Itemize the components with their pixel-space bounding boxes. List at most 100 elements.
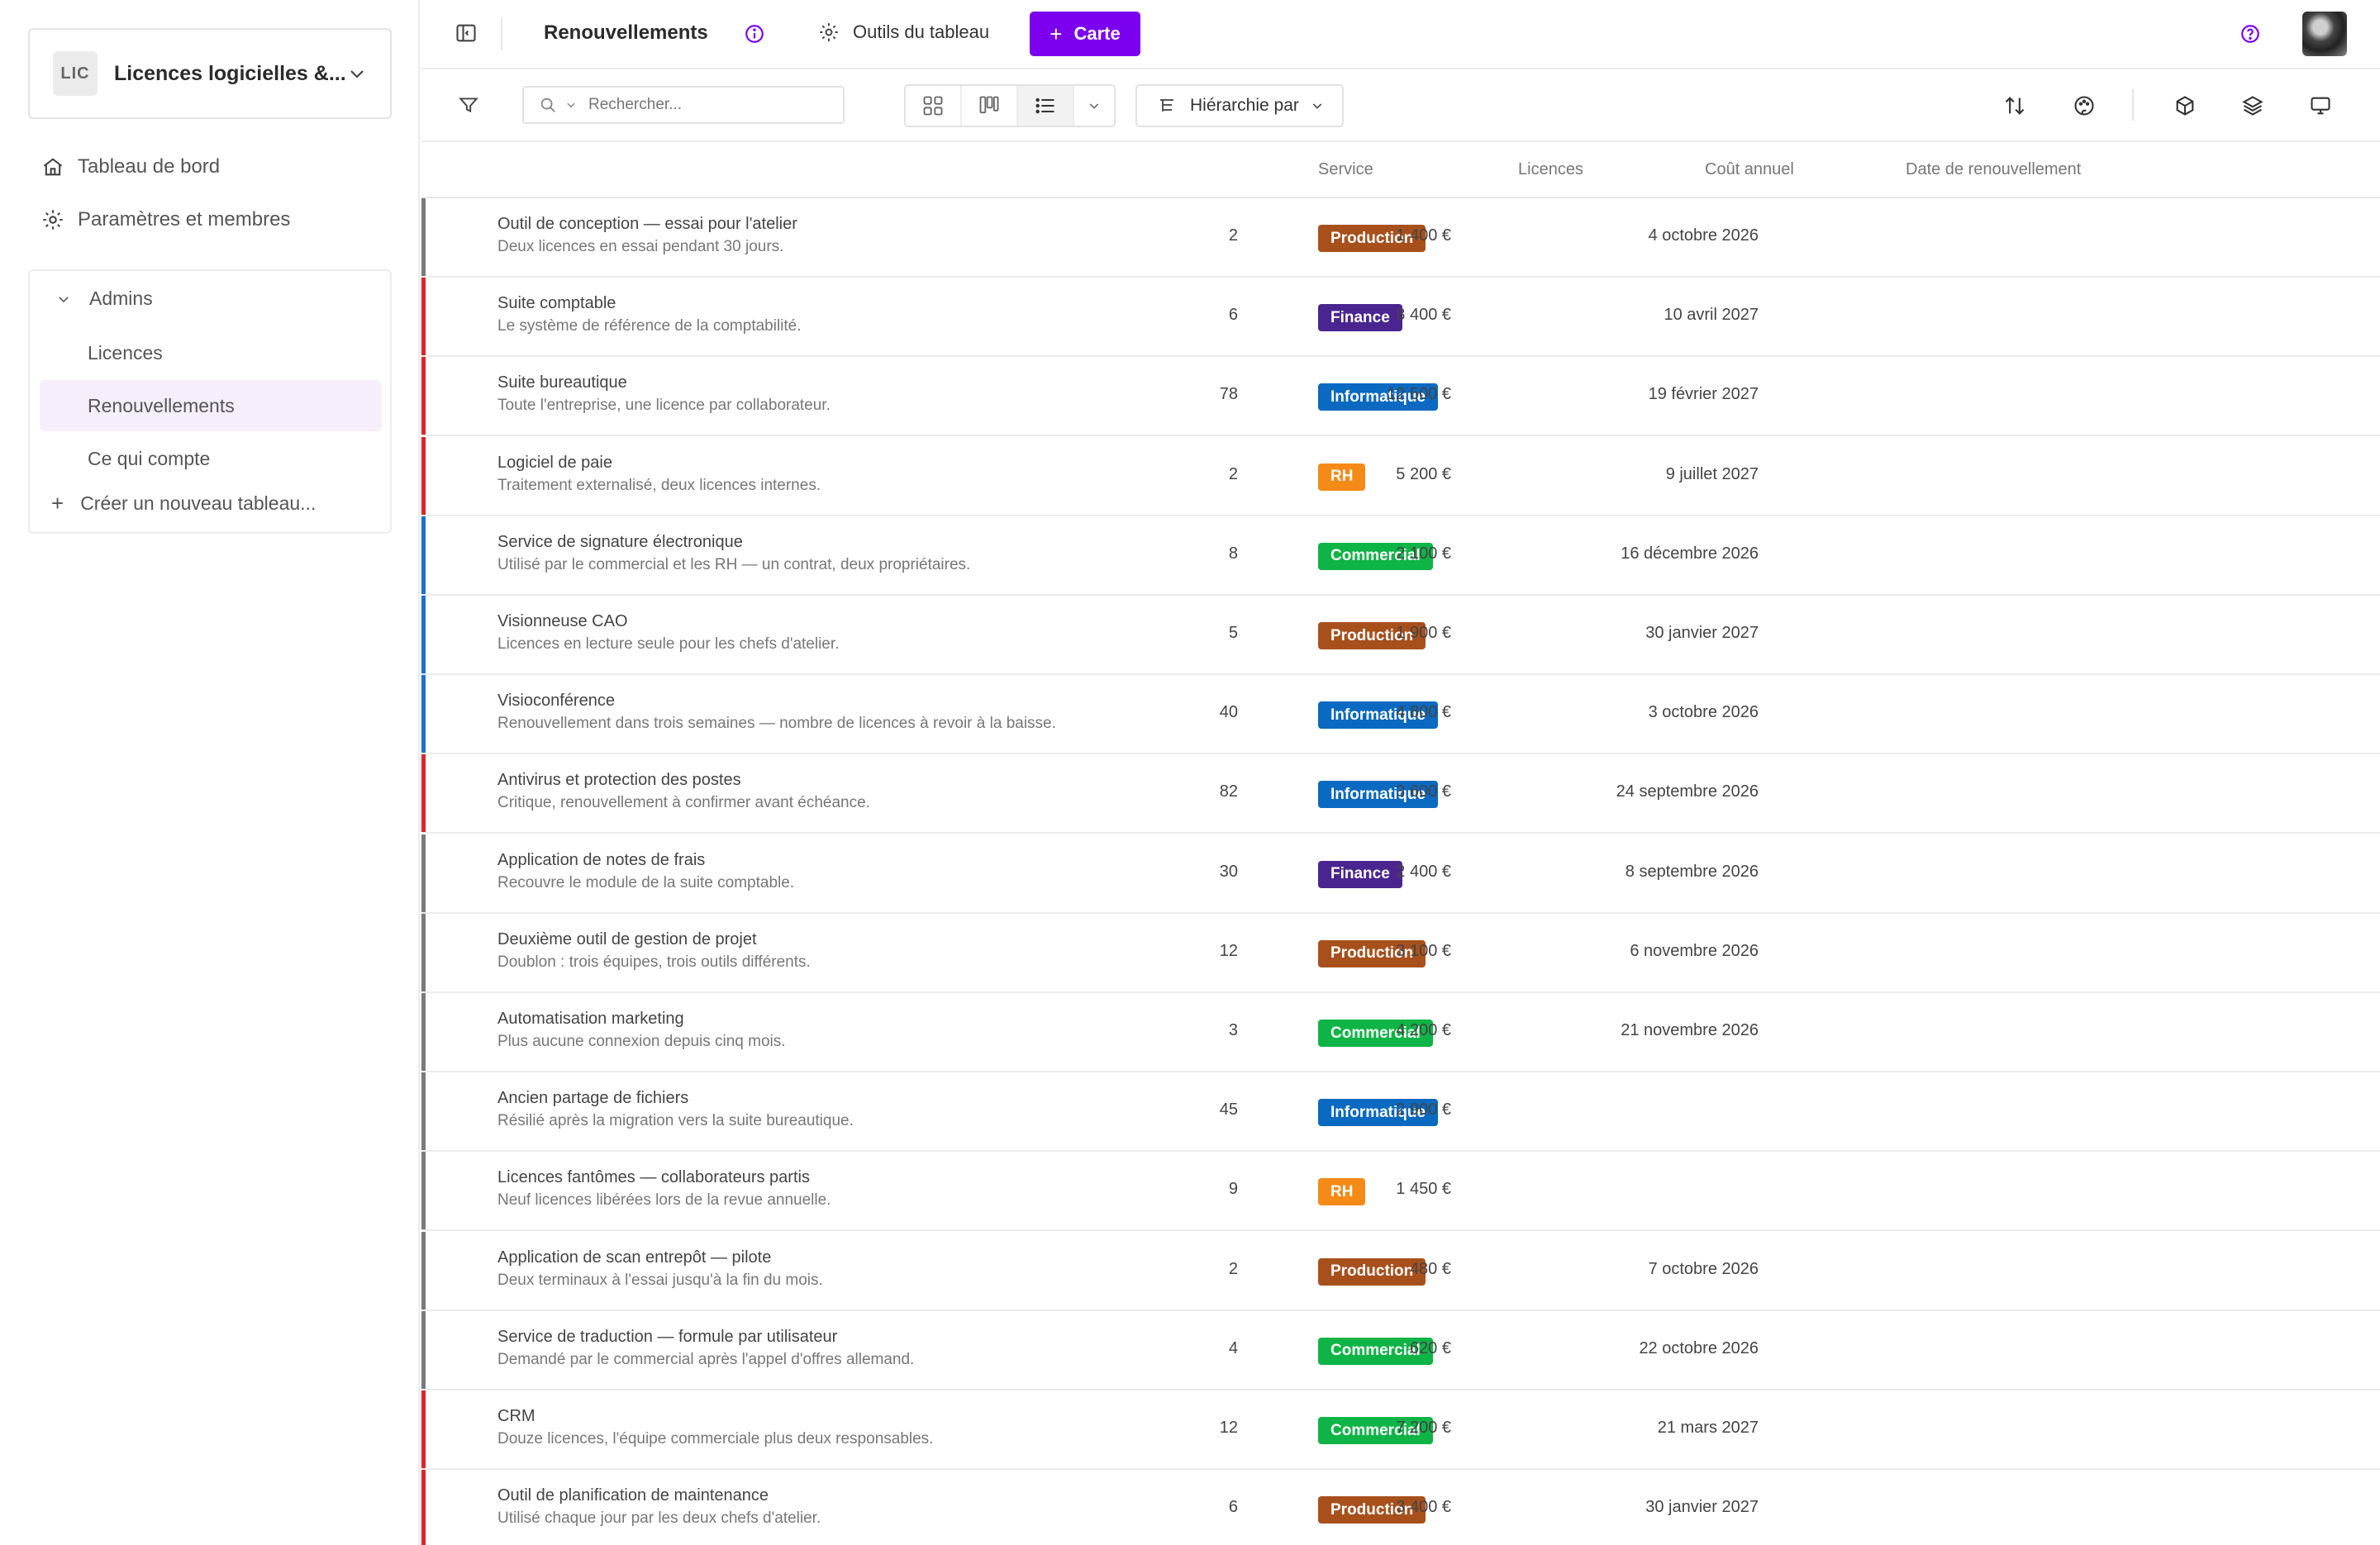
row-status-bar bbox=[421, 1152, 426, 1230]
table-row[interactable]: Visionneuse CAO Licences en lecture seule… bbox=[421, 596, 2380, 675]
workspace-badge: LIC bbox=[53, 51, 98, 96]
workspace-name: Licences logicielles &... bbox=[114, 61, 346, 85]
search-field[interactable] bbox=[522, 86, 845, 124]
nav-settings[interactable]: Paramètres et membres bbox=[41, 208, 290, 231]
view-options-button[interactable] bbox=[1074, 86, 1114, 126]
row-status-bar bbox=[421, 913, 426, 991]
row-title: Suite bureautique bbox=[497, 373, 627, 392]
hierarchy-dropdown[interactable]: Hiérarchie par bbox=[1135, 84, 1344, 127]
row-cost: 2 900 € bbox=[1396, 1101, 1451, 1120]
table-row[interactable]: Service de traduction — formule par util… bbox=[421, 1310, 2380, 1390]
table-row[interactable]: Application de scan entrepôt — pilote Deu… bbox=[421, 1231, 2380, 1311]
row-licences: 2 bbox=[1228, 464, 1238, 483]
list-icon bbox=[1035, 97, 1054, 114]
board-item-licences[interactable]: Licences bbox=[40, 327, 382, 378]
table-row[interactable]: Outil de conception — essai pour l'ateli… bbox=[421, 198, 2380, 278]
column-header-licences[interactable]: Licences bbox=[1518, 160, 1583, 179]
table-row[interactable]: Licences fantômes — collaborateurs parti… bbox=[421, 1152, 2380, 1232]
table-row[interactable]: Automatisation marketing Plus aucune conn… bbox=[421, 993, 2380, 1072]
row-cost: 2 400 € bbox=[1396, 862, 1451, 881]
table-row[interactable]: Application de notes de frais Recouvre le… bbox=[421, 834, 2380, 914]
search-input[interactable] bbox=[588, 96, 820, 114]
row-status-bar bbox=[421, 1390, 426, 1468]
row-status-bar bbox=[421, 754, 426, 833]
row-cost: 3 600 € bbox=[1396, 782, 1451, 801]
row-licences: 3 bbox=[1228, 1021, 1238, 1039]
row-description: Licences en lecture seule pour les chefs… bbox=[497, 635, 840, 653]
row-licences: 6 bbox=[1228, 306, 1238, 325]
row-renewal-date: 16 décembre 2026 bbox=[1621, 544, 1759, 563]
divider bbox=[2132, 89, 2134, 121]
table-row[interactable]: CRM Douze licences, l'équipe commerciale … bbox=[421, 1390, 2380, 1470]
table-row[interactable]: Ancien partage de fichiers Résilié après … bbox=[421, 1072, 2380, 1153]
row-title: Application de scan entrepôt — pilote bbox=[497, 1248, 772, 1267]
avatar[interactable] bbox=[2302, 12, 2347, 56]
row-renewal-date: 7 octobre 2026 bbox=[1648, 1259, 1759, 1278]
help-icon[interactable] bbox=[2240, 23, 2261, 45]
kanban-view-button[interactable] bbox=[962, 86, 1018, 126]
table-row[interactable]: Suite comptable Le système de référence d… bbox=[421, 278, 2380, 358]
row-cost: 12 500 € bbox=[1387, 385, 1451, 404]
row-status-bar bbox=[421, 1072, 426, 1151]
cube-icon[interactable] bbox=[2173, 94, 2197, 117]
row-cost: 1 900 € bbox=[1396, 624, 1451, 642]
row-licences: 30 bbox=[1219, 862, 1238, 881]
row-status-bar bbox=[421, 357, 426, 435]
row-cost: 3 100 € bbox=[1396, 941, 1451, 960]
row-description: Deux terminaux à l'essai jusqu'à la fin … bbox=[497, 1271, 823, 1289]
row-licences: 4 bbox=[1228, 1338, 1238, 1357]
palette-icon[interactable] bbox=[2073, 94, 2096, 117]
row-title: Application de notes de frais bbox=[497, 850, 706, 869]
row-renewal-date: 6 novembre 2026 bbox=[1630, 941, 1759, 960]
row-description: Utilisé par le commercial et les RH — un… bbox=[497, 555, 971, 573]
sidebar-toggle-icon[interactable] bbox=[455, 21, 478, 45]
nav-dashboard[interactable]: Tableau de bord bbox=[41, 155, 220, 178]
board-tools-button[interactable]: Outils du tableau bbox=[818, 21, 989, 43]
board-item-ce-qui-compte[interactable]: Ce qui compte bbox=[40, 433, 382, 484]
table-row[interactable]: Antivirus et protection des postes Critiq… bbox=[421, 754, 2380, 834]
row-renewal-date: 21 mars 2027 bbox=[1657, 1419, 1759, 1437]
board-item-label: Renouvellements bbox=[88, 394, 235, 416]
add-card-button[interactable]: + Carte bbox=[1030, 12, 1140, 56]
table-row[interactable]: Visioconférence Renouvellement dans trois… bbox=[421, 675, 2380, 755]
column-header-renewal[interactable]: Date de renouvellement bbox=[1906, 160, 2081, 179]
row-renewal-date: 8 septembre 2026 bbox=[1625, 862, 1759, 881]
sort-icon[interactable] bbox=[2003, 94, 2026, 117]
info-icon[interactable] bbox=[744, 23, 765, 45]
grid-view-button[interactable] bbox=[906, 86, 962, 126]
row-status-bar bbox=[421, 596, 426, 673]
layers-icon[interactable] bbox=[2241, 94, 2264, 117]
boards-group-admins[interactable]: Admins bbox=[56, 288, 153, 310]
row-description: Toute l'entreprise, une licence par coll… bbox=[497, 397, 831, 415]
row-status-bar bbox=[421, 675, 426, 753]
list-view-button[interactable] bbox=[1018, 86, 1074, 126]
table-row[interactable]: Deuxième outil de gestion de projet Doubl… bbox=[421, 913, 2380, 993]
chevron-down-icon bbox=[567, 102, 575, 108]
topbar: Renouvellements Outils du tableau + Cart… bbox=[421, 0, 2380, 69]
row-cost: 1 400 € bbox=[1396, 226, 1451, 245]
row-renewal-date: 30 janvier 2027 bbox=[1645, 1498, 1759, 1517]
board-item-renouvellements[interactable]: Renouvellements bbox=[40, 380, 382, 431]
row-licences: 8 bbox=[1228, 544, 1238, 563]
column-header-service[interactable]: Service bbox=[1318, 160, 1373, 179]
table-header: Service Licences Coût annuel Date de ren… bbox=[421, 144, 2380, 198]
column-header-cost[interactable]: Coût annuel bbox=[1705, 160, 1794, 179]
table-row[interactable]: Logiciel de paie Traitement externalisé, … bbox=[421, 436, 2380, 516]
sidebar: LIC Licences logicielles &... Tableau de… bbox=[0, 0, 420, 1545]
row-cost: 480 € bbox=[1409, 1259, 1451, 1278]
row-licences: 5 bbox=[1228, 624, 1238, 642]
monitor-icon[interactable] bbox=[2309, 94, 2332, 117]
table-row[interactable]: Suite bureautique Toute l'entreprise, une… bbox=[421, 357, 2380, 437]
chevron-down-icon bbox=[1312, 103, 1322, 109]
board-item-label: Ce qui compte bbox=[88, 447, 211, 469]
row-status-bar bbox=[421, 516, 426, 594]
filter-icon[interactable] bbox=[458, 94, 479, 116]
workspace-switcher[interactable]: LIC Licences logicielles &... bbox=[28, 28, 392, 119]
row-title: Licences fantômes — collaborateurs parti… bbox=[497, 1168, 810, 1187]
table-row[interactable]: Service de signature électronique Utilisé… bbox=[421, 516, 2380, 596]
row-title: Suite comptable bbox=[497, 294, 616, 313]
row-cost: 2 100 € bbox=[1396, 544, 1451, 563]
create-board-button[interactable]: + Créer un nouveau tableau... bbox=[51, 491, 316, 516]
view-switcher bbox=[904, 84, 1116, 127]
table-row[interactable]: Outil de planification de maintenance Uti… bbox=[421, 1470, 2380, 1545]
